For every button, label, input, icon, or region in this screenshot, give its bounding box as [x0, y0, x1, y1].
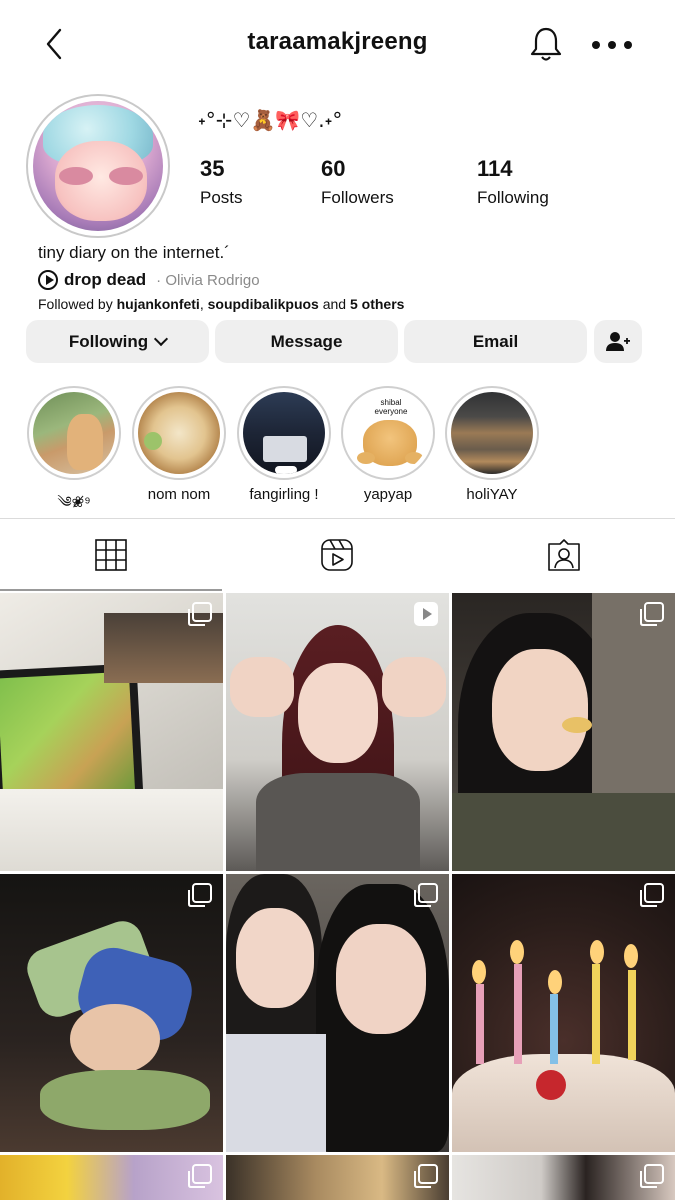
followed-by[interactable]: Followed by hujankonfeti, soupdibalikpuo… — [38, 296, 404, 312]
post-thumbnail[interactable] — [452, 1155, 675, 1200]
highlight-label: holiYAY — [466, 486, 518, 503]
post-thumbnail[interactable] — [226, 874, 449, 1152]
bell-icon[interactable] — [526, 24, 566, 64]
profile-tabs — [0, 518, 675, 591]
tagged-tab[interactable] — [452, 519, 675, 591]
post-thumbnail[interactable] — [226, 593, 449, 871]
following-stat[interactable]: 114 Following — [477, 156, 549, 208]
carousel-icon — [640, 883, 664, 907]
posts-stat[interactable]: 35 Posts — [200, 156, 243, 208]
chevron-down-icon — [154, 331, 169, 346]
following-count: 114 — [477, 156, 513, 181]
highlight-image — [138, 392, 220, 474]
highlight-label: yapyap — [363, 486, 413, 503]
more-options-icon[interactable] — [588, 30, 636, 60]
active-tab-indicator — [0, 589, 222, 591]
carousel-icon — [188, 883, 212, 907]
post-thumbnail[interactable] — [0, 593, 223, 871]
post-thumbnail[interactable] — [452, 593, 675, 871]
email-button[interactable]: Email — [404, 320, 587, 363]
carousel-icon — [188, 1164, 212, 1188]
highlight-image — [33, 392, 115, 474]
music-artist: · Olivia Rodrigo — [156, 271, 260, 289]
profile-music[interactable]: drop dead · Olivia Rodrigo — [38, 270, 260, 290]
post-thumbnail[interactable] — [0, 1155, 223, 1200]
music-song: drop dead — [64, 270, 147, 289]
posts-count: 35 — [200, 156, 225, 181]
highlight-item[interactable]: ༄❀̸⁹ — [26, 386, 122, 528]
highlight-item[interactable]: nom nom — [131, 386, 227, 503]
add-user-icon — [606, 331, 630, 351]
tagged-icon — [547, 539, 580, 571]
add-user-button[interactable] — [594, 320, 642, 363]
post-thumbnail[interactable] — [452, 874, 675, 1152]
sticker-text: shibal everyone — [374, 398, 408, 416]
carousel-icon — [640, 602, 664, 626]
carousel-icon — [640, 1164, 664, 1188]
follower-link[interactable]: hujankonfeti — [117, 296, 200, 312]
posts-label: Posts — [200, 188, 243, 207]
grid-icon — [95, 539, 127, 571]
following-label: Following — [477, 188, 549, 207]
carousel-icon — [188, 602, 212, 626]
follower-link[interactable]: soupdibalikpuos — [208, 296, 319, 312]
highlight-label: nom nom — [147, 486, 211, 503]
message-button[interactable]: Message — [215, 320, 398, 363]
highlight-image — [451, 392, 533, 474]
post-thumbnail[interactable] — [0, 874, 223, 1152]
reel-badge-icon — [414, 602, 438, 626]
reels-tab[interactable] — [226, 519, 448, 591]
following-button[interactable]: Following — [26, 320, 209, 363]
grid-tab[interactable] — [0, 519, 222, 591]
carousel-icon — [414, 1164, 438, 1188]
profile-name-emoji: ˖°⊹♡🧸🎀♡.˖° — [198, 108, 343, 132]
highlight-image: shibal everyone — [347, 392, 429, 474]
back-arrow-icon[interactable] — [38, 24, 72, 64]
highlight-item[interactable]: holiYAY — [444, 386, 540, 503]
reels-icon — [321, 539, 353, 571]
highlight-image — [243, 392, 325, 474]
highlight-item[interactable]: fangirling ! — [236, 386, 332, 503]
play-icon — [38, 270, 58, 290]
avatar-image — [33, 101, 163, 231]
profile-bio: tiny diary on the internet.´ — [38, 243, 230, 262]
carousel-icon — [414, 883, 438, 907]
top-bar: taraamakjreeng — [0, 0, 675, 90]
highlight-label: fangirling ! — [249, 486, 319, 503]
post-thumbnail[interactable] — [226, 1155, 449, 1200]
followers-count: 60 — [321, 156, 346, 181]
profile-username: taraamakjreeng — [247, 28, 428, 55]
highlight-item[interactable]: shibal everyone yapyap — [340, 386, 436, 503]
followers-stat[interactable]: 60 Followers — [321, 156, 394, 208]
others-link[interactable]: 5 others — [350, 296, 404, 312]
profile-avatar[interactable] — [26, 94, 170, 238]
followers-label: Followers — [321, 188, 394, 207]
